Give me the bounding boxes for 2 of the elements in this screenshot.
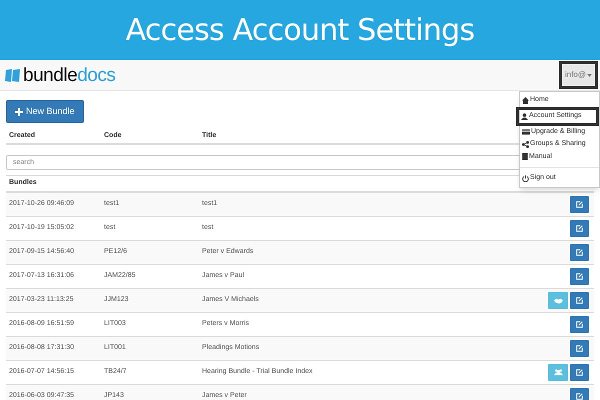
banner-title: Access Account Settings (126, 12, 474, 50)
logo-text: bundledocs (23, 66, 116, 84)
